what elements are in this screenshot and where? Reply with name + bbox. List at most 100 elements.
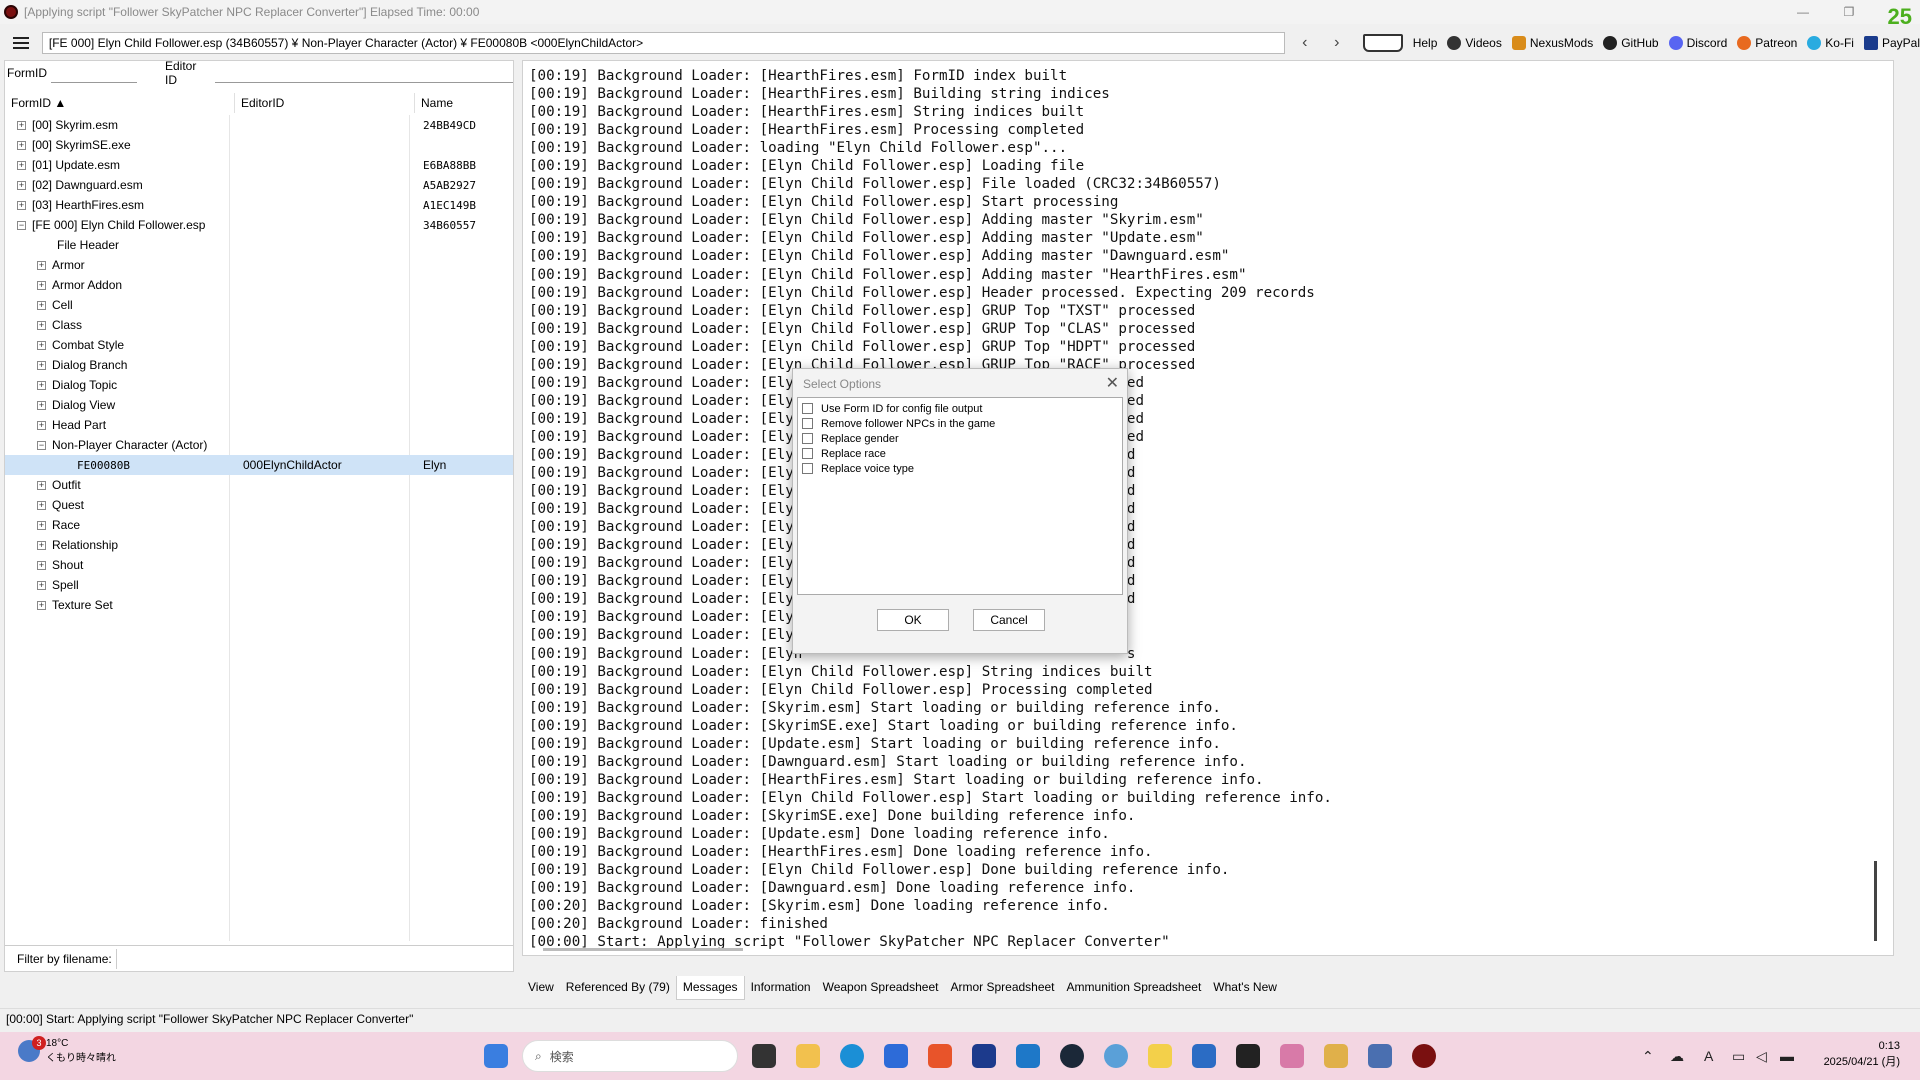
forward-icon[interactable]: › (1325, 34, 1349, 52)
tree-group-row[interactable]: + Quest (5, 495, 513, 515)
tree-group-row[interactable]: File Header (5, 235, 513, 255)
notepad-icon[interactable] (1192, 1044, 1216, 1068)
tree-file-row[interactable]: + [00] Skyrim.esm 24BB49CD (5, 115, 513, 135)
menu-icon[interactable] (8, 30, 34, 56)
taskbar-search[interactable]: ⌕ 検索 (522, 1040, 738, 1072)
expand-icon[interactable]: + (37, 480, 46, 490)
videos-link[interactable]: Videos (1447, 36, 1502, 50)
tab-armor-spreadsheet[interactable]: Armor Spreadsheet (944, 976, 1060, 1000)
tab-messages[interactable]: Messages (675, 976, 745, 1000)
xedit-icon[interactable] (1412, 1044, 1436, 1068)
tree-group-row[interactable]: + Shout (5, 555, 513, 575)
vertical-scrollbar[interactable] (1874, 861, 1877, 941)
formid-column-header[interactable]: FormID ▲ (5, 93, 235, 113)
chevron-up-icon[interactable]: ⌃ (1642, 1048, 1654, 1065)
expand-icon[interactable]: + (37, 260, 46, 270)
tree-group-row[interactable]: + Spell (5, 575, 513, 595)
tree-group-row[interactable]: + Class (5, 315, 513, 335)
tree-file-row[interactable]: + [03] HearthFires.esm A1EC149B (5, 195, 513, 215)
expand-icon[interactable]: + (17, 120, 26, 130)
edge-icon[interactable] (840, 1044, 864, 1068)
task-view-icon[interactable] (752, 1044, 776, 1068)
expand-icon[interactable]: + (37, 540, 46, 550)
collapse-icon[interactable]: − (17, 220, 26, 230)
volume-icon[interactable]: ◁ (1756, 1048, 1767, 1065)
expand-icon[interactable]: + (17, 140, 26, 150)
back-icon[interactable]: ‹ (1293, 34, 1317, 52)
battery-icon[interactable]: ▬ (1780, 1048, 1794, 1064)
expand-icon[interactable]: + (37, 580, 46, 590)
github-link[interactable]: GitHub (1603, 36, 1659, 50)
expand-icon[interactable]: + (37, 340, 46, 350)
filename-filter-input[interactable] (115, 948, 512, 969)
tree-file-row[interactable]: − [FE 000] Elyn Child Follower.esp 34B6055… (5, 215, 513, 235)
horizontal-scrollbar[interactable] (543, 948, 743, 951)
collapse-icon[interactable]: − (37, 440, 46, 450)
record-path-field[interactable]: [FE 000] Elyn Child Follower.esp (34B605… (41, 32, 1285, 54)
option-row[interactable]: Replace race (802, 446, 1118, 461)
paypal-link[interactable]: PayPal (1863, 36, 1920, 50)
tree-group-row[interactable]: + Armor Addon (5, 275, 513, 295)
ok-button[interactable]: OK (877, 609, 949, 631)
ime-icon[interactable]: A (1704, 1048, 1713, 1064)
tree-group-row[interactable]: + Relationship (5, 535, 513, 555)
tree-group-row[interactable]: + Dialog Topic (5, 375, 513, 395)
tree-group-row[interactable]: − Non-Player Character (Actor) (5, 435, 513, 455)
option-row[interactable]: Use Form ID for config file output (802, 401, 1118, 416)
windows-start-icon[interactable] (484, 1044, 508, 1068)
option-row[interactable]: Replace voice type (802, 461, 1118, 476)
tree-file-row[interactable]: + [02] Dawnguard.esm A5AB2927 (5, 175, 513, 195)
tab-what-s-new[interactable]: What's New (1207, 976, 1283, 1000)
tab-information[interactable]: Information (745, 976, 817, 1000)
option-checkbox[interactable] (802, 433, 813, 444)
discord-link[interactable]: Discord (1668, 36, 1727, 50)
tree-group-row[interactable]: + Texture Set (5, 595, 513, 615)
minimize-button[interactable]: — (1780, 0, 1826, 24)
tab-referenced-by-79[interactable]: Referenced By (79) (560, 976, 676, 1000)
editorid-column-header[interactable]: EditorID (235, 93, 415, 113)
expand-icon[interactable]: + (17, 200, 26, 210)
expand-icon[interactable]: + (37, 520, 46, 530)
tab-view[interactable]: View (522, 976, 560, 1000)
book-icon[interactable] (1362, 34, 1403, 52)
cancel-button[interactable]: Cancel (973, 609, 1045, 631)
terminal-icon[interactable] (1236, 1044, 1260, 1068)
nexusmods-link[interactable]: NexusMods (1511, 36, 1593, 50)
tree-file-row[interactable]: + [01] Update.esm E6BA88BB (5, 155, 513, 175)
network-icon[interactable]: ▭ (1732, 1048, 1745, 1065)
app-globe-icon[interactable] (1104, 1044, 1128, 1068)
tree-group-row[interactable]: + Combat Style (5, 335, 513, 355)
option-checkbox[interactable] (802, 418, 813, 429)
expand-icon[interactable]: + (17, 160, 26, 170)
tree-group-row[interactable]: + Head Part (5, 415, 513, 435)
restore-button[interactable]: ❐ (1826, 0, 1872, 24)
store-icon[interactable] (884, 1044, 908, 1068)
calculator-icon[interactable] (1368, 1044, 1392, 1068)
expand-icon[interactable]: + (37, 560, 46, 570)
expand-icon[interactable]: + (37, 500, 46, 510)
tree-file-row[interactable]: + [00] SkyrimSE.exe (5, 135, 513, 155)
tree-group-row[interactable]: + Race (5, 515, 513, 535)
expand-icon[interactable]: + (37, 600, 46, 610)
cloud-icon[interactable]: ☁ (1670, 1048, 1684, 1065)
expand-icon[interactable]: + (37, 300, 46, 310)
editorid-filter-input[interactable] (215, 63, 513, 83)
help-link[interactable]: Help (1413, 36, 1438, 50)
brave-icon[interactable] (928, 1044, 952, 1068)
close-icon[interactable]: ✕ (1106, 373, 1119, 393)
expand-icon[interactable]: + (37, 280, 46, 290)
steam-icon[interactable] (1060, 1044, 1084, 1068)
kofi-link[interactable]: Ko-Fi (1807, 36, 1854, 50)
expand-icon[interactable]: + (17, 180, 26, 190)
patreon-link[interactable]: Patreon (1737, 36, 1797, 50)
expand-icon[interactable]: + (37, 360, 46, 370)
media-app-icon[interactable] (1280, 1044, 1304, 1068)
weather-widget[interactable]: 3 18°C くもり時々晴れ (18, 1036, 116, 1064)
option-row[interactable]: Replace gender (802, 431, 1118, 446)
tree-group-row[interactable]: + Cell (5, 295, 513, 315)
tab-ammunition-spreadsheet[interactable]: Ammunition Spreadsheet (1061, 976, 1208, 1000)
expand-icon[interactable]: + (37, 400, 46, 410)
option-row[interactable]: Remove follower NPCs in the game (802, 416, 1118, 431)
archive-icon[interactable] (1324, 1044, 1348, 1068)
option-checkbox[interactable] (802, 448, 813, 459)
